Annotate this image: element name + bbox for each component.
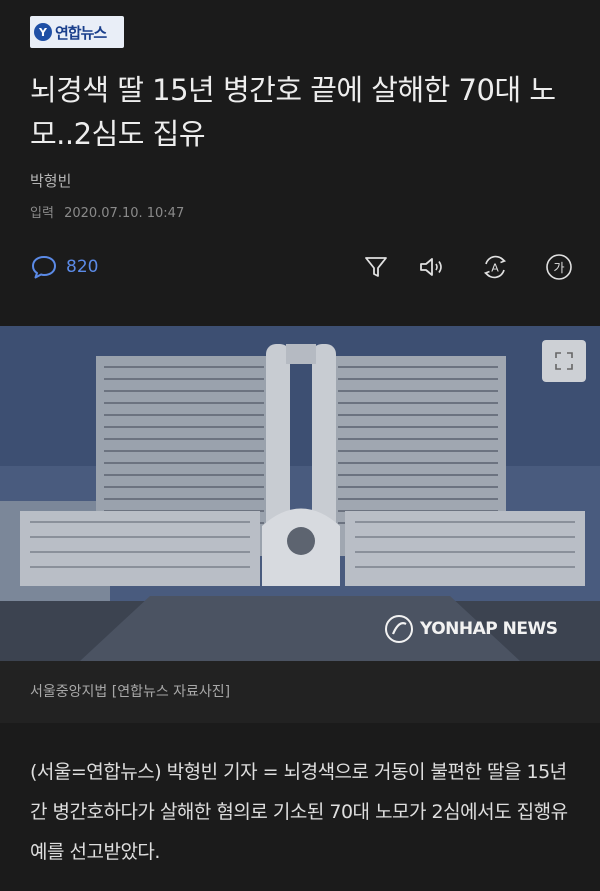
yonhap-watermark: YONHAP NEWS (384, 614, 558, 644)
yonhap-swirl-icon (385, 615, 413, 643)
comment-icon (32, 256, 56, 279)
translate-label: A (491, 262, 499, 275)
article-title: 뇌경색 딸 15년 병간호 끝에 살해한 70대 노모..2심도 집유 (30, 73, 556, 151)
filter-button[interactable] (361, 252, 391, 282)
photo-caption: 서울중앙지법 [연합뉴스 자료사진] (30, 684, 231, 700)
publish-datetime: 입력 2020.07.10. 10:47 (30, 202, 184, 221)
font-size-icon: 가 (546, 254, 572, 280)
watermark-text: YONHAP NEWS (420, 619, 558, 639)
comment-count: 820 (66, 257, 99, 277)
filter-icon (365, 257, 387, 277)
article-photo[interactable] (0, 326, 600, 661)
courthouse-illustration (0, 326, 600, 661)
yonhap-logo-icon: Y (34, 23, 52, 41)
reporter-name: 박형빈 (30, 172, 72, 190)
read-aloud-button[interactable] (416, 252, 446, 282)
yonhap-logo[interactable]: Y 연합뉴스 (30, 16, 124, 48)
article-toolbar: 820 A 가 (30, 250, 578, 286)
logo-text: 연합뉴스 (55, 23, 107, 42)
comment-button[interactable]: 820 (30, 254, 98, 280)
auto-translate-icon: A (483, 255, 507, 279)
auto-translate-button[interactable]: A (480, 252, 510, 282)
article-body: (서울=연합뉴스) 박형빈 기자 = 뇌경색으로 거동이 불편한 딸을 15년간… (30, 761, 568, 863)
expand-photo-button[interactable] (542, 340, 586, 382)
date-value: 2020.07.10. 10:47 (64, 206, 185, 221)
speaker-icon (420, 258, 442, 276)
expand-icon (555, 352, 573, 370)
font-size-button[interactable]: 가 (544, 252, 574, 282)
font-size-label: 가 (553, 261, 564, 275)
date-label: 입력 (30, 206, 54, 221)
